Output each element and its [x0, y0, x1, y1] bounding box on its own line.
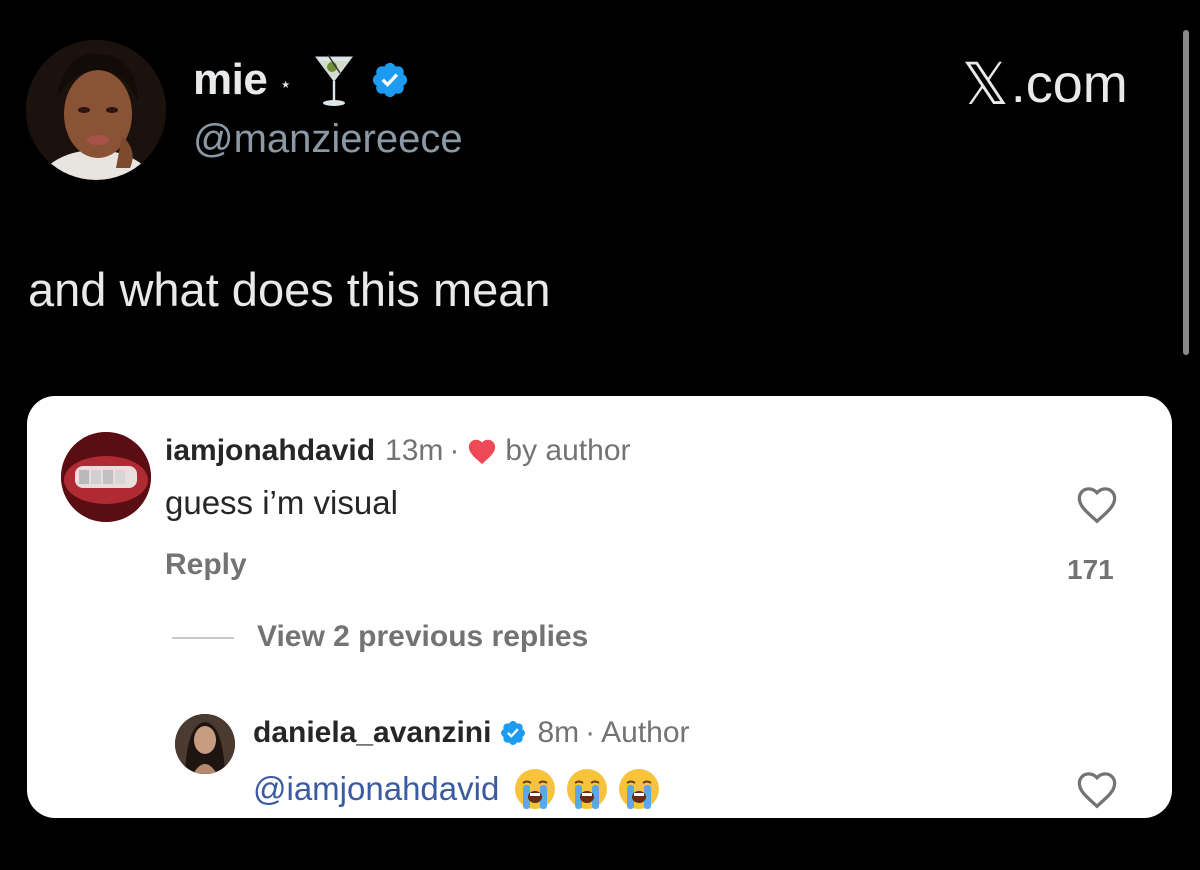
meta-dot: · [449, 434, 460, 467]
reply-text: @iamjonahdavid [253, 767, 661, 811]
heart-outline-icon[interactable] [1075, 484, 1119, 524]
verified-badge-icon [501, 721, 526, 745]
view-previous-replies-button[interactable]: View 2 previous replies [257, 620, 588, 654]
x-logo-icon: 𝕏 [962, 52, 1009, 117]
reply-meta: daniela_avanzini 8m · Author [253, 716, 690, 750]
reply-username[interactable]: daniela_avanzini [253, 716, 491, 750]
embedded-comments-card: iamjonahdavid 13m · by author guess i’m … [27, 396, 1172, 818]
author-name-row: mie ⋆ [193, 50, 410, 110]
reply-time: 8m [537, 716, 580, 749]
mention-link[interactable]: @iamjonahdavid [253, 770, 499, 808]
replies-divider [172, 637, 234, 639]
reply-button[interactable]: Reply [165, 548, 247, 582]
meta-dot: · [585, 716, 596, 749]
site-watermark: 𝕏 .com [962, 50, 1128, 118]
crying-face-icon [619, 769, 660, 809]
author-handle[interactable]: @manziereece [193, 117, 463, 162]
heart-outline-icon[interactable] [1075, 769, 1119, 809]
heart-icon [469, 439, 496, 465]
reply-author-avatar[interactable] [175, 714, 235, 774]
verified-badge-icon [372, 62, 407, 98]
site-suffix: .com [1010, 54, 1128, 114]
scrollbar[interactable] [1183, 30, 1189, 355]
comment-text: guess i’m visual [165, 484, 398, 521]
author-avatar[interactable] [26, 40, 166, 180]
like-count: 171 [1067, 554, 1114, 585]
liked-by-author: by author [505, 434, 631, 467]
commenter-avatar[interactable] [61, 432, 151, 522]
author-tag: Author [601, 716, 690, 749]
crying-face-icon [567, 769, 608, 809]
comment-meta: iamjonahdavid 13m · by author [165, 434, 631, 468]
crying-face-icon [515, 769, 556, 809]
comment-time: 13m [385, 434, 444, 467]
commenter-username[interactable]: iamjonahdavid [165, 434, 375, 468]
name-separator: ⋆ [279, 73, 292, 96]
tweet-text: and what does this mean [28, 263, 551, 316]
display-name[interactable]: mie [193, 55, 268, 105]
martini-icon [314, 54, 353, 106]
